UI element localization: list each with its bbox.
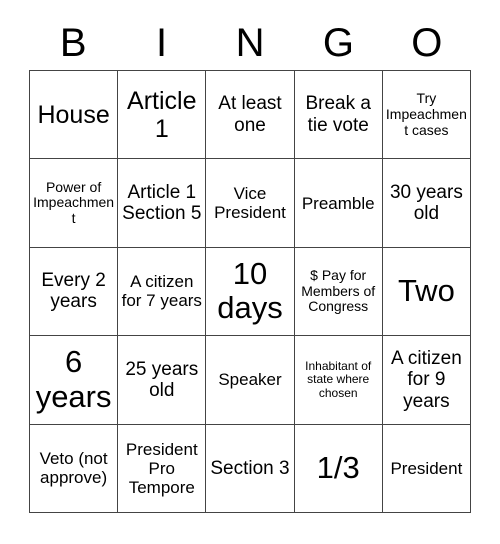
- bingo-cell[interactable]: President: [382, 424, 471, 513]
- bingo-cell[interactable]: Veto (not approve): [30, 424, 119, 513]
- bingo-cell[interactable]: Inhabitant of state where chosen: [294, 336, 383, 425]
- bingo-header-letter-o: O: [411, 21, 443, 65]
- bingo-cell[interactable]: A citizen for 7 years: [118, 247, 207, 337]
- bingo-cell[interactable]: At least one: [206, 71, 295, 160]
- bingo-cell[interactable]: Break a tie vote: [294, 71, 383, 160]
- bingo-cell-text: Vice President: [214, 184, 286, 223]
- bingo-cell[interactable]: Article 1 Section 5: [118, 159, 207, 248]
- bingo-cell-text: $ Pay for Members of Congress: [301, 266, 376, 315]
- bingo-cell[interactable]: Article 1: [118, 71, 207, 160]
- bingo-cell[interactable]: 1/3: [294, 424, 383, 513]
- bingo-cell-text: President: [390, 458, 463, 478]
- bingo-header-letter-g: G: [322, 21, 354, 65]
- bingo-cell[interactable]: Every 2 years: [30, 247, 119, 337]
- bingo-cell[interactable]: Section 3: [206, 424, 295, 513]
- bingo-cell[interactable]: Vice President: [206, 159, 295, 248]
- bingo-cell-text: Try Impeachment cases: [385, 90, 467, 138]
- bingo-cell[interactable]: $ Pay for Members of Congress: [294, 247, 383, 337]
- bingo-cell-text: Every 2 years: [41, 270, 106, 313]
- bingo-cell-text: Inhabitant of state where chosen: [305, 358, 372, 400]
- bingo-cell[interactable]: 30 years old: [382, 159, 471, 248]
- bingo-cell[interactable]: 6 years: [30, 336, 119, 425]
- bingo-cell-text: 25 years old: [125, 358, 199, 401]
- bingo-header-letter-n: N: [235, 21, 265, 65]
- bingo-cell[interactable]: 25 years old: [118, 336, 207, 425]
- bingo-cell-text: Two: [397, 273, 455, 309]
- bingo-header: B I N G O: [29, 16, 471, 70]
- bingo-cell[interactable]: Power of Impeachment: [30, 159, 119, 248]
- bingo-cell-text: 10 days: [217, 255, 283, 326]
- bingo-cell-text: A citizen for 9 years: [391, 347, 462, 412]
- bingo-cell[interactable]: Try Impeachment cases: [382, 71, 471, 160]
- bingo-cell-text: 6 years: [35, 344, 112, 414]
- bingo-cell[interactable]: 10 days: [206, 247, 295, 337]
- bingo-cell-text: Speaker: [218, 370, 282, 390]
- bingo-cell[interactable]: House: [30, 71, 119, 160]
- bingo-cell-text: Break a tie vote: [305, 93, 371, 136]
- bingo-cell-text: Article 1: [127, 86, 197, 143]
- bingo-cell-text: Section 3: [210, 457, 290, 479]
- bingo-cell-text: Veto (not approve): [39, 449, 108, 488]
- bingo-cell-text: House: [37, 100, 110, 129]
- bingo-cell-text: A citizen for 7 years: [121, 272, 202, 311]
- bingo-header-letter-b: B: [59, 21, 87, 65]
- bingo-cell[interactable]: Two: [382, 247, 471, 337]
- bingo-cell-text: At least one: [218, 93, 282, 136]
- bingo-cell-text: 1/3: [316, 449, 360, 485]
- bingo-cell-text: Article 1 Section 5: [122, 181, 202, 225]
- bingo-cell[interactable]: President Pro Tempore: [118, 424, 207, 513]
- bingo-grid: House Article 1 At least one Break a tie vo…: [29, 70, 471, 513]
- bingo-header-letter-i: I: [156, 21, 168, 65]
- bingo-cell-text: President Pro Tempore: [125, 439, 198, 497]
- bingo-cell[interactable]: Preamble: [294, 159, 383, 248]
- bingo-cell[interactable]: A citizen for 9 years: [382, 336, 471, 425]
- bingo-cell-text: Preamble: [301, 193, 375, 213]
- bingo-cell[interactable]: Speaker: [206, 336, 295, 425]
- bingo-card: B I N G O House Article 1 At least one Brea…: [0, 0, 500, 544]
- bingo-cell-text: 30 years old: [389, 181, 463, 225]
- bingo-cell-text: Power of Impeachment: [33, 178, 115, 226]
